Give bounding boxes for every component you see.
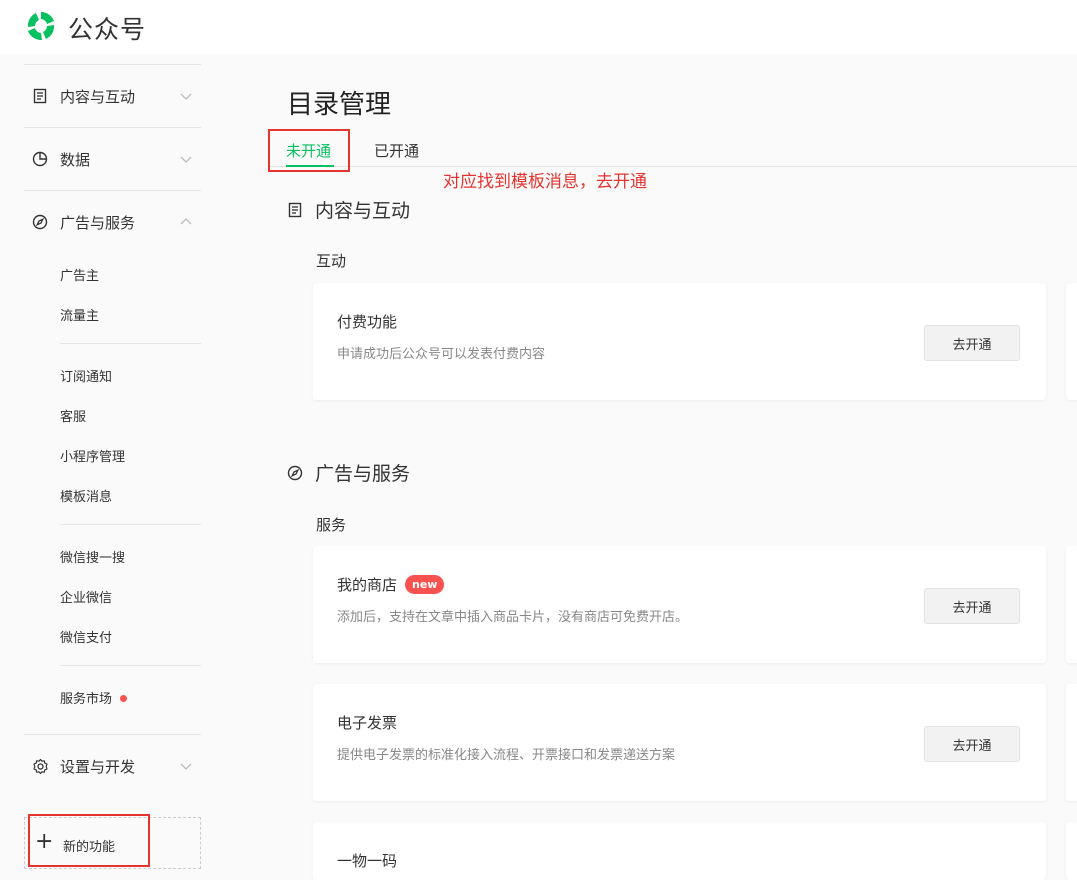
divider [24,190,201,191]
sidebar-item-advertiser[interactable]: 广告主 [60,265,99,284]
top-bar: 公众号 [0,0,1077,54]
divider [24,734,201,735]
chevron-down-icon [180,93,192,100]
tabs-divider [270,166,1077,167]
feature-card-my-store: 我的商店 new 添加后，支持在文章中插入商品卡片，没有商店可免费开店。 去开通 [313,546,1046,663]
compass-icon [287,464,305,482]
sidebar-group-ad-service[interactable]: 广告与服务 [24,202,201,242]
sidebar-item-wechat-search[interactable]: 微信搜一搜 [60,547,125,566]
plus-icon: + [35,829,54,854]
sidebar-group-content-interaction[interactable]: 内容与互动 [24,76,201,116]
sidebar-group-label: 数据 [60,150,91,169]
card-edge [1066,546,1077,663]
page-title: 目录管理 [287,90,392,120]
section-title: 广告与服务 [315,463,411,485]
pie-chart-icon [32,150,50,168]
compass-icon [32,213,50,231]
group-label: 服务 [316,516,347,534]
card-edge [1066,822,1077,880]
section-title: 内容与互动 [315,200,411,222]
card-edge [1066,684,1077,801]
new-function-button[interactable]: + 新的功能 [24,817,201,869]
section-header-ad-service: 广告与服务 [287,459,410,486]
sidebar-group-label: 广告与服务 [60,213,136,232]
divider [60,665,201,666]
divider [60,343,201,344]
card-title: 一物一码 [337,852,398,870]
card-description: 提供电子发票的标准化接入流程、开票接口和发票递送方案 [337,748,676,763]
tab-not-activated[interactable]: 未开通 [286,140,331,161]
document-icon [287,201,305,219]
group-label: 互动 [316,252,347,270]
sidebar-item-label: 服务市场 [60,692,113,707]
activate-button[interactable]: 去开通 [924,726,1020,762]
card-title: 电子发票 [337,714,398,732]
card-title-row: 我的商店 new [337,574,445,595]
card-title: 付费功能 [337,313,398,331]
feature-card-paid-content: 付费功能 申请成功后公众号可以发表付费内容 去开通 [313,283,1046,400]
card-description: 添加后，支持在文章中插入商品卡片，没有商店可免费开店。 [337,610,689,625]
document-icon [32,87,50,105]
sidebar-group-data[interactable]: 数据 [24,139,201,179]
chevron-down-icon [180,763,192,770]
sidebar-item-subscription-notice[interactable]: 订阅通知 [60,366,112,385]
feature-card-one-item-one-code: 一物一码 [313,822,1046,880]
tab-activated[interactable]: 已开通 [374,140,419,161]
chevron-down-icon [180,156,192,163]
app-title: 公众号 [68,15,147,44]
chevron-up-icon [180,218,192,225]
divider [24,64,201,65]
sidebar-group-settings-dev[interactable]: 设置与开发 [24,746,201,786]
sidebar-item-wechat-pay[interactable]: 微信支付 [60,627,112,646]
new-function-label: 新的功能 [63,840,116,855]
sidebar-item-traffic-owner[interactable]: 流量主 [60,305,99,324]
card-title: 我的商店 [337,576,398,594]
card-description: 申请成功后公众号可以发表付费内容 [337,347,546,362]
notification-dot [120,695,128,702]
card-edge [1066,283,1077,400]
new-badge: new [405,575,445,594]
sidebar-item-customer-service[interactable]: 客服 [60,406,86,425]
wechat-mp-logo-icon[interactable] [24,9,58,43]
sidebar-item-mini-program[interactable]: 小程序管理 [60,446,125,465]
active-tab-indicator [286,165,334,167]
activate-button[interactable]: 去开通 [924,325,1020,361]
gear-icon [32,757,50,775]
sidebar-group-label: 设置与开发 [60,757,136,776]
sidebar-item-template-message[interactable]: 模板消息 [60,486,112,505]
divider [60,524,201,525]
sidebar-item-service-market[interactable]: 服务市场 [60,688,128,707]
sidebar-group-label: 内容与互动 [60,87,136,106]
annotation-text: 对应找到模板消息，去开通 [443,172,647,192]
section-header-content-interaction: 内容与互动 [287,196,410,223]
feature-card-e-invoice: 电子发票 提供电子发票的标准化接入流程、开票接口和发票递送方案 去开通 [313,684,1046,801]
activate-button[interactable]: 去开通 [924,588,1020,624]
sidebar-item-wecom[interactable]: 企业微信 [60,587,112,606]
divider [24,127,201,128]
